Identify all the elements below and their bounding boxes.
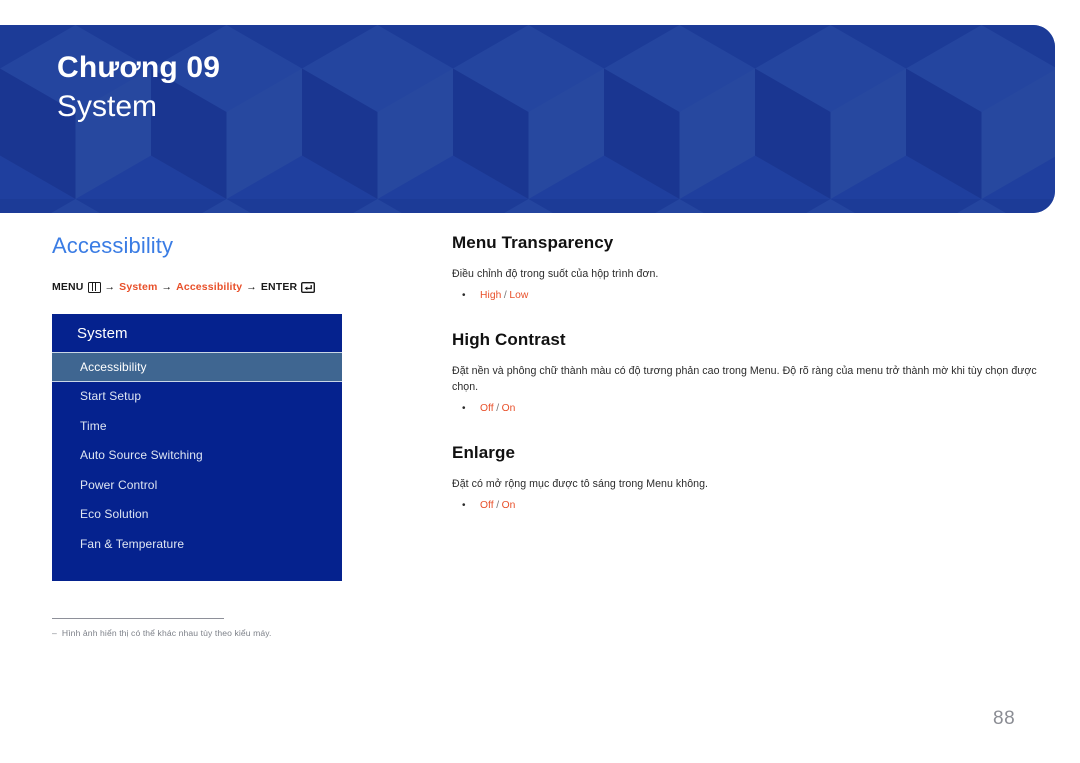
enter-return-icon xyxy=(301,281,316,293)
setting-option-list: • High / Low xyxy=(452,290,1037,301)
page-content: Accessibility MENU → System → Accessibil… xyxy=(0,213,1080,763)
setting-option-row: • High / Low xyxy=(452,290,1037,301)
bullet-icon: • xyxy=(462,500,466,512)
breadcrumb-enter-label: ENTER xyxy=(260,281,298,293)
breadcrumb-arrow-2: → xyxy=(161,281,173,293)
option-value-high[interactable]: High xyxy=(480,290,501,301)
option-value-on[interactable]: On xyxy=(502,500,516,511)
osd-item-time[interactable]: Time xyxy=(52,411,342,441)
osd-menu-panel: System Accessibility Start Setup Time Au… xyxy=(52,314,342,581)
setting-title: High Contrast xyxy=(452,330,566,350)
setting-block-enlarge: Enlarge Đặt có mở rộng mục được tô sáng … xyxy=(452,443,1037,511)
footnote-divider xyxy=(52,617,224,619)
setting-description: Đặt nền và phông chữ thành màu có độ tươ… xyxy=(452,365,1037,393)
setting-option-list: • Off / On xyxy=(452,500,1037,511)
osd-item-auto-source-switching[interactable]: Auto Source Switching xyxy=(52,441,342,471)
osd-item-label: Start Setup xyxy=(80,389,142,404)
option-value-on[interactable]: On xyxy=(502,403,516,414)
option-value-off[interactable]: Off xyxy=(480,403,494,414)
osd-item-accessibility[interactable]: Accessibility xyxy=(52,352,342,382)
option-separator: / xyxy=(503,290,507,302)
left-column: Accessibility MENU → System → Accessibil… xyxy=(52,233,352,638)
setting-option-row: • Off / On xyxy=(452,500,1037,511)
setting-option-row: • Off / On xyxy=(452,403,1037,414)
breadcrumb-menu-label: MENU xyxy=(52,281,84,293)
setting-title: Menu Transparency xyxy=(452,233,614,252)
menu-grid-icon xyxy=(87,281,101,293)
setting-block-high-contrast: High Contrast Đặt nền và phông chữ thành… xyxy=(452,330,1037,414)
chapter-banner: Chương 09 System xyxy=(0,25,1055,213)
osd-item-label: Accessibility xyxy=(80,359,147,374)
setting-block-menu-transparency: Menu Transparency Điều chỉnh độ trong su… xyxy=(452,233,1037,301)
osd-item-start-setup[interactable]: Start Setup xyxy=(52,382,342,412)
option-value-off[interactable]: Off xyxy=(480,500,494,511)
bullet-icon: • xyxy=(462,290,466,302)
osd-menu-header: System xyxy=(52,314,342,352)
osd-item-label: Auto Source Switching xyxy=(80,448,203,463)
breadcrumb: MENU → System → Accessibility → ENTER xyxy=(52,281,352,293)
breadcrumb-arrow-3: → xyxy=(246,281,257,293)
page-number: 88 xyxy=(993,708,1016,729)
breadcrumb-link-system[interactable]: System xyxy=(119,281,157,293)
osd-item-label: Fan & Temperature xyxy=(80,536,185,551)
chapter-label: Chương 09 xyxy=(57,51,221,84)
osd-item-eco-solution[interactable]: Eco Solution xyxy=(52,500,342,530)
osd-item-label: Time xyxy=(80,418,107,433)
setting-description: Điều chỉnh độ trong suốt của hộp trình đ… xyxy=(452,268,659,280)
breadcrumb-link-accessibility[interactable]: Accessibility xyxy=(176,281,242,293)
osd-item-label: Power Control xyxy=(80,477,158,492)
option-value-low[interactable]: Low xyxy=(509,290,528,301)
osd-item-power-control[interactable]: Power Control xyxy=(52,470,342,500)
right-column: Menu Transparency Điều chỉnh độ trong su… xyxy=(452,233,1037,511)
banner-title-group: Chương 09 System xyxy=(57,53,220,122)
osd-item-fan-and-temperature[interactable]: Fan & Temperature xyxy=(52,529,342,559)
footnote-block: ‒ Hình ảnh hiển thị có thể khác nhau tùy… xyxy=(52,617,342,638)
bullet-icon: • xyxy=(462,403,466,415)
osd-item-label: Eco Solution xyxy=(80,507,149,522)
page-title: Accessibility xyxy=(52,233,174,258)
breadcrumb-arrow-1: → xyxy=(104,281,116,293)
option-separator: / xyxy=(496,403,500,415)
footnote-text: Hình ảnh hiển thị có thể khác nhau tùy t… xyxy=(61,627,272,638)
setting-description: Đặt có mở rộng mục được tô sáng trong Me… xyxy=(452,478,709,491)
setting-option-list: • Off / On xyxy=(452,403,1037,414)
footnote: ‒ Hình ảnh hiển thị có thể khác nhau tùy… xyxy=(52,628,342,638)
setting-title: Enlarge xyxy=(452,443,516,463)
chapter-title: System xyxy=(57,90,158,123)
footnote-dash: ‒ xyxy=(52,627,57,638)
option-separator: / xyxy=(496,500,500,512)
